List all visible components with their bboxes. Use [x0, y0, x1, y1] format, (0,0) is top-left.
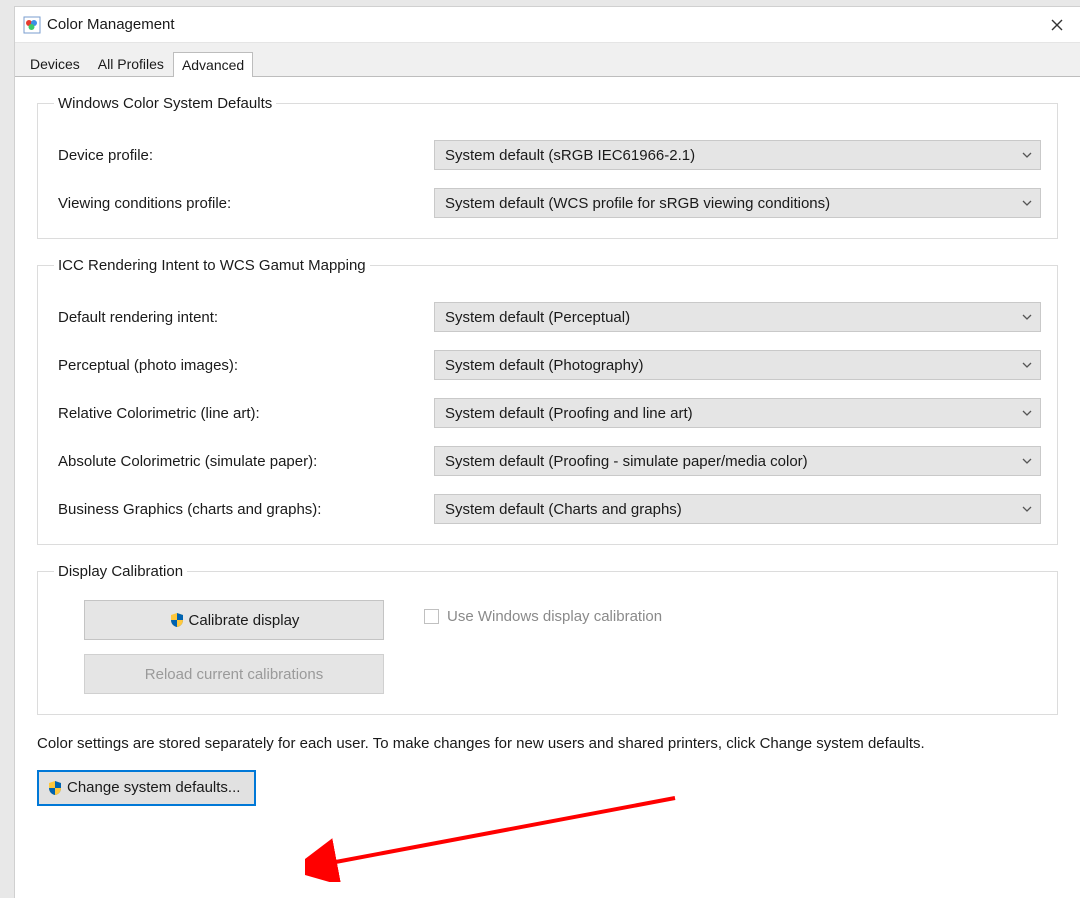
- shield-icon: [47, 780, 63, 796]
- chevron-down-icon: [1022, 150, 1032, 160]
- chevron-down-icon: [1022, 456, 1032, 466]
- chevron-down-icon: [1022, 408, 1032, 418]
- window-title: Color Management: [41, 16, 1034, 33]
- group-wcs-defaults: Windows Color System Defaults Device pro…: [37, 95, 1058, 239]
- combo-value: System default (Charts and graphs): [445, 501, 682, 518]
- group-legend-calibration: Display Calibration: [54, 563, 187, 580]
- change-system-defaults-button[interactable]: Change system defaults...: [37, 770, 256, 806]
- group-icc-mapping: ICC Rendering Intent to WCS Gamut Mappin…: [37, 257, 1058, 545]
- reload-calibrations-label: Reload current calibrations: [145, 666, 323, 683]
- label-perceptual: Perceptual (photo images):: [54, 357, 434, 374]
- combo-perceptual[interactable]: System default (Photography): [434, 350, 1041, 380]
- color-management-window: Color Management Devices All Profiles Ad…: [14, 6, 1080, 898]
- reload-calibrations-button: Reload current calibrations: [84, 654, 384, 694]
- combo-absolute-colorimetric[interactable]: System default (Proofing - simulate pape…: [434, 446, 1041, 476]
- combo-value: System default (Perceptual): [445, 309, 630, 326]
- label-absolute-colorimetric: Absolute Colorimetric (simulate paper):: [54, 453, 434, 470]
- combo-device-profile[interactable]: System default (sRGB IEC61966-2.1): [434, 140, 1041, 170]
- footer-note: Color settings are stored separately for…: [37, 733, 1058, 756]
- titlebar: Color Management: [15, 7, 1080, 43]
- change-system-defaults-label: Change system defaults...: [67, 779, 240, 796]
- group-display-calibration: Display Calibration Calibrate display: [37, 563, 1058, 715]
- combo-value: System default (Photography): [445, 357, 643, 374]
- chevron-down-icon: [1022, 360, 1032, 370]
- combo-value: System default (sRGB IEC61966-2.1): [445, 147, 695, 164]
- tabstrip: Devices All Profiles Advanced: [15, 43, 1080, 76]
- color-management-icon: [23, 16, 41, 34]
- calibrate-display-button[interactable]: Calibrate display: [84, 600, 384, 640]
- combo-viewing-conditions[interactable]: System default (WCS profile for sRGB vie…: [434, 188, 1041, 218]
- label-business-graphics: Business Graphics (charts and graphs):: [54, 501, 434, 518]
- combo-value: System default (Proofing and line art): [445, 405, 693, 422]
- tabpage-advanced: Windows Color System Defaults Device pro…: [15, 76, 1080, 826]
- combo-business-graphics[interactable]: System default (Charts and graphs): [434, 494, 1041, 524]
- tab-all-profiles[interactable]: All Profiles: [89, 51, 173, 76]
- chevron-down-icon: [1022, 504, 1032, 514]
- tab-devices[interactable]: Devices: [21, 51, 89, 76]
- combo-default-intent[interactable]: System default (Perceptual): [434, 302, 1041, 332]
- use-windows-calibration-label: Use Windows display calibration: [447, 608, 662, 625]
- label-relative-colorimetric: Relative Colorimetric (line art):: [54, 405, 434, 422]
- combo-value: System default (WCS profile for sRGB vie…: [445, 195, 830, 212]
- label-device-profile: Device profile:: [54, 147, 434, 164]
- group-legend-icc: ICC Rendering Intent to WCS Gamut Mappin…: [54, 257, 370, 274]
- group-legend-wcs: Windows Color System Defaults: [54, 95, 276, 112]
- label-default-intent: Default rendering intent:: [54, 309, 434, 326]
- shield-icon: [169, 612, 185, 628]
- chevron-down-icon: [1022, 312, 1032, 322]
- combo-relative-colorimetric[interactable]: System default (Proofing and line art): [434, 398, 1041, 428]
- close-button[interactable]: [1034, 7, 1080, 42]
- calibrate-display-label: Calibrate display: [189, 612, 300, 629]
- use-windows-calibration-checkbox: [424, 609, 439, 624]
- combo-value: System default (Proofing - simulate pape…: [445, 453, 808, 470]
- label-viewing-conditions: Viewing conditions profile:: [54, 195, 434, 212]
- tab-advanced[interactable]: Advanced: [173, 52, 253, 77]
- chevron-down-icon: [1022, 198, 1032, 208]
